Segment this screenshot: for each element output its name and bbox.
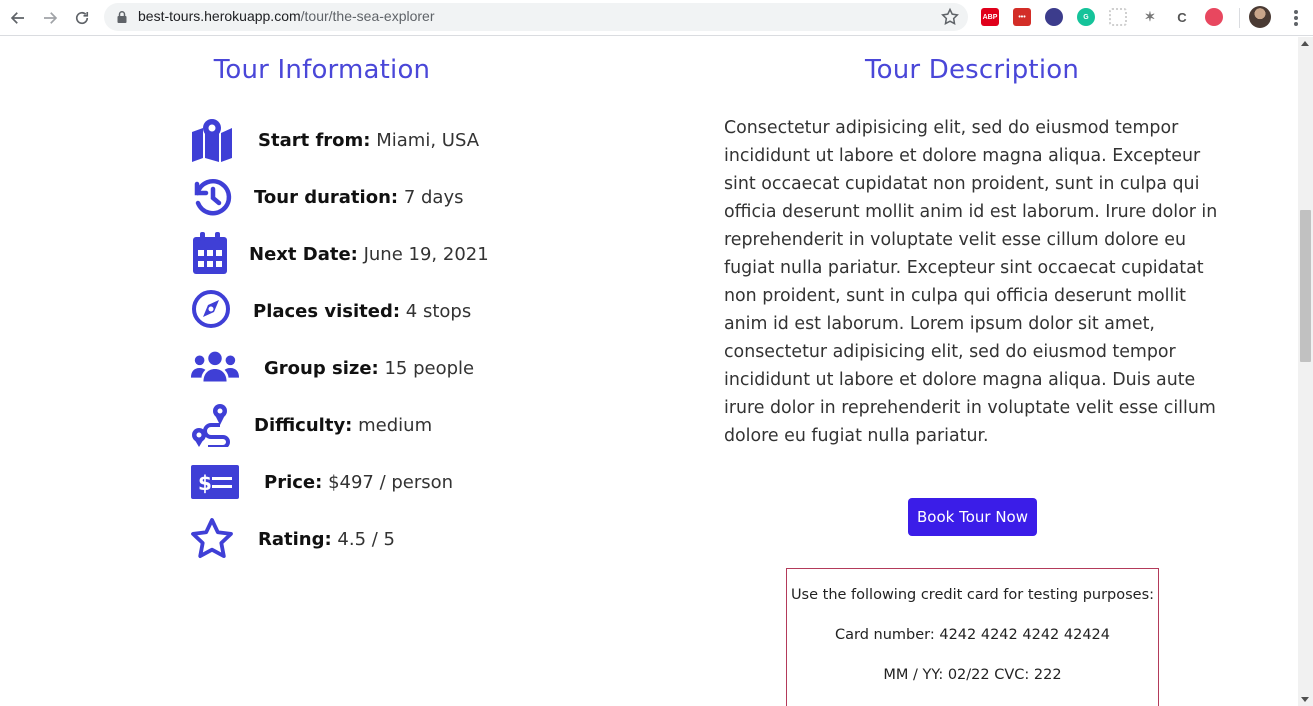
toolbar-divider: [1239, 8, 1240, 28]
browser-toolbar: best-tours.herokuapp.com/tour/the-sea-ex…: [0, 0, 1313, 36]
info-text: Places visited: 4 stops: [253, 301, 471, 322]
url-path: /tour/the-sea-explorer: [300, 8, 435, 24]
forward-button[interactable]: [38, 6, 62, 30]
info-text: Group size: 15 people: [264, 358, 474, 379]
info-text: Start from: Miami, USA: [258, 130, 479, 151]
info-label: Start from:: [258, 129, 371, 151]
tour-information-heading: Tour Information: [213, 55, 431, 85]
info-value: June 19, 2021: [363, 243, 489, 265]
tour-description-text: Consectetur adipisicing elit, sed do eiu…: [724, 118, 1218, 446]
url-host: best-tours.herokuapp.com: [138, 8, 301, 24]
address-bar[interactable]: best-tours.herokuapp.com/tour/the-sea-ex…: [104, 3, 968, 31]
svg-text:$: $: [198, 471, 212, 495]
money-bill-icon: $: [190, 460, 240, 504]
info-label: Rating:: [258, 528, 332, 550]
calendar-icon: [190, 232, 240, 276]
book-tour-button[interactable]: Book Tour Now: [908, 498, 1037, 536]
info-value: 7 days: [403, 186, 464, 208]
info-row-start: Start from: Miami, USA: [190, 116, 479, 164]
browser-menu-icon[interactable]: [1287, 8, 1305, 28]
compass-icon: [190, 289, 240, 333]
bookmark-star-icon[interactable]: [940, 7, 960, 27]
info-row-places: Places visited: 4 stops: [190, 287, 471, 335]
test-card-intro: Use the following credit card for testin…: [790, 587, 1155, 603]
info-row-next-date: Next Date: June 19, 2021: [190, 230, 489, 278]
test-card-info-box: Use the following credit card for testin…: [786, 568, 1159, 706]
shield-extension-icon[interactable]: [1205, 8, 1223, 26]
arrow-right-icon: [44, 12, 58, 24]
group-icon: [190, 346, 240, 390]
info-text: Next Date: June 19, 2021: [249, 244, 489, 265]
info-label: Next Date:: [249, 243, 358, 265]
info-label: Difficulty:: [254, 414, 353, 436]
info-row-rating: Rating: 4.5 / 5: [190, 515, 395, 563]
info-row-group: Group size: 15 people: [190, 344, 474, 392]
scrollbar-thumb[interactable]: [1300, 210, 1311, 362]
grammarly-icon[interactable]: G: [1077, 8, 1095, 26]
test-card-number: Card number: 4242 4242 4242 42424: [834, 627, 1111, 643]
info-value: 15 people: [384, 357, 475, 379]
info-text: Tour duration: 7 days: [254, 187, 464, 208]
info-label: Group size:: [264, 357, 379, 379]
info-label: Places visited:: [253, 300, 401, 322]
info-label: Tour duration:: [254, 186, 399, 208]
scroll-up-arrow-icon[interactable]: [1301, 41, 1309, 46]
block-icon[interactable]: [1045, 8, 1063, 26]
reload-button[interactable]: [70, 6, 94, 30]
lock-icon: [117, 11, 127, 23]
scroll-down-arrow-icon[interactable]: [1301, 697, 1309, 702]
bug-icon[interactable]: ✶: [1141, 8, 1159, 26]
profile-avatar-icon[interactable]: [1249, 6, 1271, 28]
arrow-left-icon: [10, 12, 24, 24]
info-row-duration: Tour duration: 7 days: [190, 173, 464, 221]
info-value: 4.5 / 5: [337, 528, 396, 550]
info-text: Difficulty: medium: [254, 415, 432, 436]
star-icon: [190, 517, 240, 561]
info-text: Rating: 4.5 / 5: [258, 529, 395, 550]
tour-description-heading: Tour Description: [864, 55, 1080, 85]
info-value: Miami, USA: [376, 129, 480, 151]
page-content: Tour Information Tour Description Start …: [0, 37, 1298, 706]
page-scrollbar[interactable]: [1298, 37, 1313, 706]
url-text: best-tours.herokuapp.com/tour/the-sea-ex…: [138, 8, 434, 24]
map-location-icon: [190, 118, 240, 162]
info-value: $497 / person: [328, 471, 454, 493]
info-text: Price: $497 / person: [264, 472, 453, 493]
c-extension-icon[interactable]: C: [1173, 8, 1191, 26]
info-value: medium: [358, 414, 433, 436]
test-card-expiry: MM / YY: 02/22 CVC: 222: [883, 667, 1062, 683]
info-label: Price:: [264, 471, 323, 493]
back-button[interactable]: [6, 6, 30, 30]
history-icon: [190, 175, 240, 219]
info-row-difficulty: Difficulty: medium: [190, 401, 432, 449]
reload-icon: [75, 11, 89, 25]
info-value: 4 stops: [405, 300, 472, 322]
adblock-plus-icon[interactable]: ABP: [981, 8, 999, 26]
info-row-price: $ Price: $497 / person: [190, 458, 453, 506]
route-icon: [190, 403, 240, 447]
grid-extension-icon[interactable]: [1109, 8, 1127, 26]
lastpass-icon[interactable]: •••: [1013, 8, 1031, 26]
